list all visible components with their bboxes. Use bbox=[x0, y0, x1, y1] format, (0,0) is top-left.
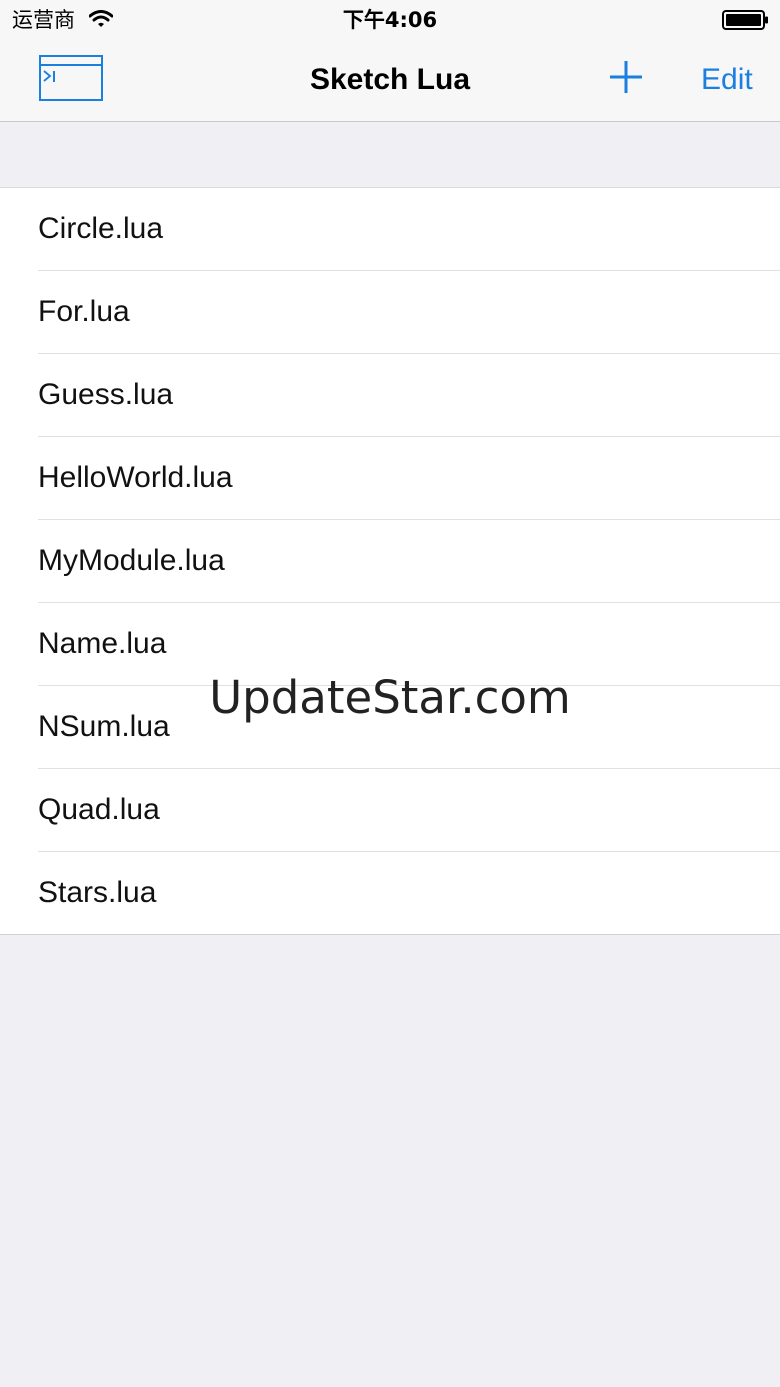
status-bar: 运营商 下午4:06 bbox=[0, 0, 780, 40]
list-item-label: HelloWorld.lua bbox=[38, 461, 233, 494]
file-list: Circle.lua For.lua Guess.lua HelloWorld.… bbox=[0, 187, 780, 935]
edit-button[interactable]: Edit bbox=[701, 60, 753, 100]
list-item-label: MyModule.lua bbox=[38, 544, 225, 577]
list-item-quad[interactable]: Quad.lua bbox=[38, 768, 780, 851]
battery-icon bbox=[722, 9, 770, 36]
list-item-label: NSum.lua bbox=[38, 710, 170, 743]
list-item-label: Quad.lua bbox=[38, 793, 160, 826]
list-item-stars[interactable]: Stars.lua bbox=[38, 851, 780, 934]
navigation-bar: Sketch Lua Edit bbox=[0, 40, 780, 122]
list-item-guess[interactable]: Guess.lua bbox=[38, 353, 780, 436]
plus-icon[interactable] bbox=[608, 59, 644, 100]
status-time: 下午4:06 bbox=[342, 8, 438, 32]
list-item-label: Guess.lua bbox=[38, 378, 174, 411]
list-item-label: For.lua bbox=[38, 295, 130, 328]
page-title: Sketch Lua bbox=[309, 63, 471, 96]
list-item-for[interactable]: For.lua bbox=[38, 270, 780, 353]
list-item-label: Stars.lua bbox=[38, 876, 157, 909]
list-item-label: Name.lua bbox=[38, 627, 167, 660]
list-item-helloworld[interactable]: HelloWorld.lua bbox=[38, 436, 780, 519]
list-item-label: Circle.lua bbox=[38, 212, 164, 245]
list-item-name[interactable]: Name.lua bbox=[38, 602, 780, 685]
list-item-circle[interactable]: Circle.lua bbox=[0, 188, 780, 270]
list-item-mymodule[interactable]: MyModule.lua bbox=[38, 519, 780, 602]
list-item-nsum[interactable]: NSum.lua bbox=[38, 685, 780, 768]
